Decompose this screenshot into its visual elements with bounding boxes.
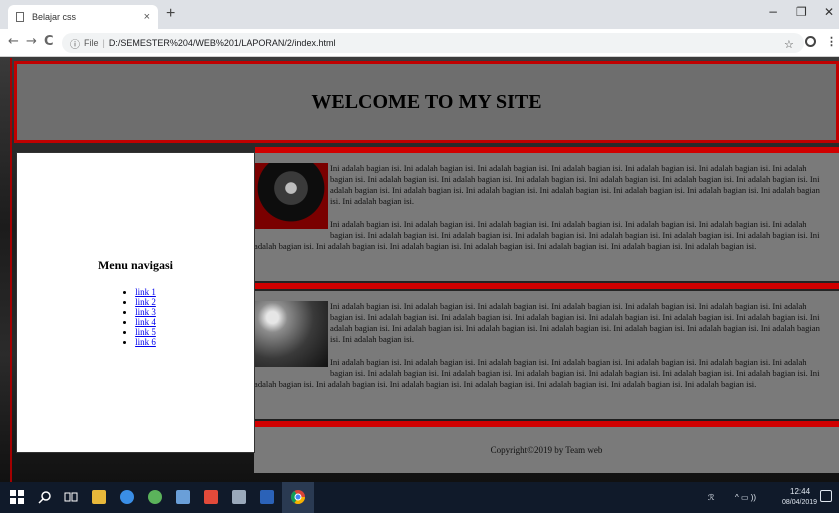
copyright-text: Copyright©2019 by Team web xyxy=(490,445,603,455)
url-text[interactable]: D:/SEMESTER%204/WEB%201/LAPORAN/2/index.… xyxy=(109,38,336,48)
nav-item: link 1 xyxy=(135,287,156,297)
nav-link-2[interactable]: link 2 xyxy=(135,297,156,307)
site-footer: Copyright©2019 by Team web xyxy=(254,427,839,473)
browser-menu-icon[interactable]: ⋮ xyxy=(826,35,837,48)
content-2-paragraph-2: Ini adalah bagian isi. Ini adalah bagian… xyxy=(254,357,820,389)
document-icon xyxy=(16,12,24,22)
minimize-button[interactable]: − xyxy=(768,5,778,19)
nav-item: link 3 xyxy=(135,307,156,317)
notification-icon[interactable] xyxy=(820,490,832,502)
reload-button[interactable]: C xyxy=(44,35,54,49)
content-image-2 xyxy=(254,301,328,367)
nav-link-6[interactable]: link 6 xyxy=(135,337,156,347)
app-icon[interactable] xyxy=(148,490,162,504)
restore-button[interactable]: ❐ xyxy=(796,5,807,19)
url-scheme: File xyxy=(84,38,99,48)
nav-sidebar: Menu navigasi link 1 link 2 link 3 link … xyxy=(16,152,255,453)
back-button[interactable]: ← xyxy=(8,35,19,49)
app-icon[interactable] xyxy=(120,490,134,504)
nav-item: link 6 xyxy=(135,337,156,347)
word-icon[interactable] xyxy=(260,490,274,504)
chrome-icon[interactable] xyxy=(291,490,305,504)
content-1-paragraph-2: Ini adalah bagian isi. Ini adalah bagian… xyxy=(254,219,820,251)
tab-close-icon[interactable]: × xyxy=(144,11,150,23)
nav-item: link 5 xyxy=(135,327,156,337)
new-tab-button[interactable]: + xyxy=(166,6,175,22)
task-view-icon[interactable] xyxy=(64,490,78,504)
nav-item: link 4 xyxy=(135,317,156,327)
content-2-paragraph-1: Ini adalah bagian isi. Ini adalah bagian… xyxy=(330,301,820,344)
nav-link-1[interactable]: link 1 xyxy=(135,287,156,297)
clock-date[interactable]: 08/04/2019 xyxy=(782,499,817,506)
page-viewport: WELCOME TO MY SITE Ini adalah bagian isi… xyxy=(0,57,839,482)
app-icon[interactable] xyxy=(176,490,190,504)
profile-icon[interactable] xyxy=(805,36,816,47)
people-icon[interactable]: ℛ xyxy=(708,493,714,502)
tab-strip: Belajar css × + − ❐ ✕ xyxy=(0,0,839,29)
site-title: WELCOME TO MY SITE xyxy=(311,90,542,113)
content-image-1 xyxy=(254,163,328,229)
address-bar[interactable]: ⓘ File | D:/SEMESTER%204/WEB%201/LAPORAN… xyxy=(62,33,804,53)
search-icon[interactable] xyxy=(38,490,52,504)
nav-link-5[interactable]: link 5 xyxy=(135,327,156,337)
nav-link-3[interactable]: link 3 xyxy=(135,307,156,317)
site-header: WELCOME TO MY SITE xyxy=(14,61,839,143)
browser-toolbar: ← → C ⓘ File | D:/SEMESTER%204/WEB%201/L… xyxy=(0,29,839,57)
content-section-1: Ini adalah bagian isi. Ini adalah bagian… xyxy=(254,153,839,281)
bookmark-star-icon[interactable]: ☆ xyxy=(784,38,794,51)
url-separator: | xyxy=(102,38,105,48)
system-tray-icons[interactable]: ^ ▭ )) xyxy=(735,493,756,502)
divider-bar xyxy=(255,283,839,289)
file-explorer-icon[interactable] xyxy=(92,490,106,504)
tab-title: Belajar css xyxy=(32,12,77,22)
forward-button[interactable]: → xyxy=(26,35,37,49)
content-1-paragraph-1: Ini adalah bagian isi. Ini adalah bagian… xyxy=(330,163,820,206)
content-section-2: Ini adalah bagian isi. Ini adalah bagian… xyxy=(254,291,839,419)
nav-link-4[interactable]: link 4 xyxy=(135,317,156,327)
windows-start-icon[interactable] xyxy=(10,490,24,504)
app-icon[interactable] xyxy=(204,490,218,504)
info-icon[interactable]: ⓘ xyxy=(70,36,80,51)
close-window-button[interactable]: ✕ xyxy=(824,5,834,19)
nav-heading: Menu navigasi xyxy=(97,258,173,272)
windows-taskbar: ℛ ^ ▭ )) 12:44 08/04/2019 xyxy=(0,482,839,513)
clock-time[interactable]: 12:44 xyxy=(790,487,810,496)
nav-list: link 1 link 2 link 3 link 4 link 5 link … xyxy=(115,287,156,347)
browser-tab[interactable]: Belajar css × xyxy=(8,5,158,29)
nav-item: link 2 xyxy=(135,297,156,307)
app-icon[interactable] xyxy=(232,490,246,504)
